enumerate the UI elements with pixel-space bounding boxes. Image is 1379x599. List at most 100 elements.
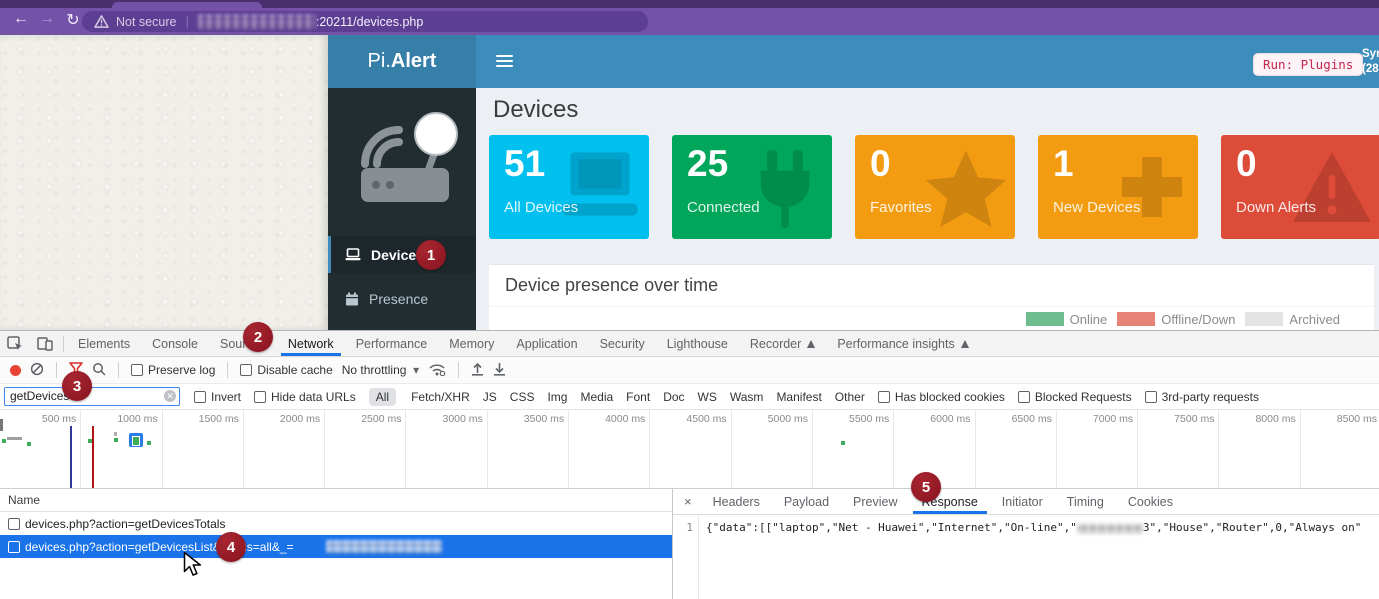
- checkbox[interactable]: [240, 364, 252, 376]
- checkbox[interactable]: [131, 364, 143, 376]
- third-party-checkbox[interactable]: 3rd-party requests: [1145, 390, 1259, 404]
- line-number: 1: [673, 515, 699, 599]
- chevron-down-icon: ▾: [413, 363, 419, 377]
- reload-button[interactable]: ↻: [62, 10, 84, 30]
- response-json[interactable]: {"data":[["laptop","Net - Huawei","Inter…: [699, 515, 1366, 599]
- resource-type-pill[interactable]: WS: [698, 390, 717, 404]
- search-icon[interactable]: [92, 362, 106, 379]
- devtools-tab[interactable]: Elements: [67, 331, 141, 356]
- logo-pi: Pi.: [368, 50, 391, 73]
- annotation-1: 1: [416, 240, 446, 270]
- timeline-tick-label: 7000 ms: [1057, 410, 1138, 489]
- clear-button[interactable]: [30, 362, 44, 379]
- has-blocked-cookies-checkbox[interactable]: Has blocked cookies: [878, 390, 1005, 404]
- response-tab[interactable]: Initiator: [990, 489, 1055, 514]
- devtools-tab[interactable]: Console: [141, 331, 209, 356]
- network-conditions-icon[interactable]: [428, 362, 446, 379]
- card-label: Favorites: [870, 199, 932, 216]
- hamburger-menu-icon[interactable]: [496, 55, 513, 68]
- resource-type-pill[interactable]: Doc: [663, 390, 684, 404]
- forward-button[interactable]: →: [36, 10, 58, 28]
- resource-type-pill[interactable]: Img: [547, 390, 567, 404]
- run-plugins-button[interactable]: Run: Plugins: [1253, 53, 1363, 76]
- resource-type-pill[interactable]: All: [369, 388, 396, 406]
- app-logo[interactable]: Pi.Alert: [328, 35, 476, 88]
- checkbox[interactable]: [8, 541, 20, 553]
- response-tab[interactable]: Headers: [701, 489, 772, 514]
- export-har-icon[interactable]: [493, 362, 506, 379]
- devtools-tab[interactable]: Lighthouse: [656, 331, 739, 356]
- annotation-3: 3: [62, 371, 92, 401]
- response-tab[interactable]: Preview: [841, 489, 909, 514]
- timeline-tick-label: 8500 ms: [1301, 410, 1379, 489]
- resource-type-pill[interactable]: CSS: [510, 390, 535, 404]
- checkbox[interactable]: [194, 391, 206, 403]
- device-toolbar-icon[interactable]: [30, 331, 60, 356]
- request-dot: [114, 438, 118, 442]
- devtools-tab[interactable]: Performance: [345, 331, 439, 356]
- filter-options: Invert Hide data URLs All Fetch/XHR JS CSS I…: [194, 388, 1259, 406]
- address-bar[interactable]: Not secure | :20211/devices.php: [82, 11, 648, 32]
- record-button[interactable]: [10, 365, 21, 376]
- card-value: 0: [870, 143, 891, 185]
- card-new-devices[interactable]: 1 New Devices: [1038, 135, 1198, 239]
- response-tab[interactable]: Payload: [772, 489, 841, 514]
- devtools-tab[interactable]: Recorder: [739, 331, 826, 356]
- resource-type-pill[interactable]: JS: [483, 390, 497, 404]
- throttling-select[interactable]: No throttling ▾: [342, 363, 419, 377]
- invert-checkbox[interactable]: Invert: [194, 390, 241, 404]
- devtools-tab[interactable]: Security: [589, 331, 656, 356]
- request-name: devices.php?action=getDevicesList&status…: [25, 540, 294, 554]
- card-connected[interactable]: 25 Connected: [672, 135, 832, 239]
- devtools-tab[interactable]: Memory: [438, 331, 505, 356]
- sidebar-item-devices[interactable]: Devices: [328, 236, 476, 273]
- close-icon[interactable]: ×: [673, 489, 701, 514]
- back-button[interactable]: ←: [10, 10, 32, 28]
- resource-type-pill[interactable]: Other: [835, 390, 865, 404]
- response-tab[interactable]: Timing: [1055, 489, 1116, 514]
- waterfall-bar: [7, 437, 22, 440]
- checkbox[interactable]: [254, 391, 266, 403]
- resource-type-pill[interactable]: Fetch/XHR: [411, 390, 470, 404]
- blurred-ip: [1077, 523, 1143, 534]
- hide-data-urls-label: Hide data URLs: [271, 390, 356, 404]
- disable-cache-checkbox[interactable]: Disable cache: [240, 363, 332, 377]
- resource-type-pill[interactable]: Wasm: [730, 390, 764, 404]
- devtools-tab-label: Memory: [449, 337, 494, 351]
- checkbox[interactable]: [1145, 391, 1157, 403]
- devtools-tab[interactable]: Application: [505, 331, 588, 356]
- sidebar-item-presence[interactable]: Presence: [328, 280, 476, 317]
- filter-clear-icon[interactable]: ✕: [164, 390, 176, 402]
- request-list-header[interactable]: Name: [0, 489, 672, 512]
- checkbox[interactable]: [878, 391, 890, 403]
- preserve-log-label: Preserve log: [148, 363, 215, 377]
- response-body: 1 {"data":[["laptop","Net - Huawei","Int…: [673, 515, 1379, 599]
- star-icon: [923, 147, 1009, 229]
- inspect-element-icon[interactable]: [0, 331, 30, 356]
- resource-type-pill[interactable]: Media: [580, 390, 613, 404]
- sync-line1: Syn: [1362, 47, 1379, 62]
- import-har-icon[interactable]: [471, 362, 484, 379]
- devtools-tab[interactable]: Performance insights: [826, 331, 979, 356]
- checkbox[interactable]: [1018, 391, 1030, 403]
- checkbox[interactable]: [8, 518, 20, 530]
- network-overview-timeline[interactable]: 500 ms1000 ms1500 ms2000 ms2500 ms3000 m…: [0, 410, 1379, 489]
- blurred-query-value: [326, 540, 442, 553]
- network-toolbar: Preserve log Disable cache No throttling…: [0, 357, 1379, 384]
- card-all-devices[interactable]: 51 All Devices: [489, 135, 649, 239]
- card-favorites[interactable]: 0 Favorites: [855, 135, 1015, 239]
- preserve-log-checkbox[interactable]: Preserve log: [131, 363, 215, 377]
- hide-data-urls-checkbox[interactable]: Hide data URLs: [254, 390, 356, 404]
- browser-toolbar: ← → ↻ Not secure | :20211/devices.php: [0, 8, 1379, 35]
- blocked-requests-checkbox[interactable]: Blocked Requests: [1018, 390, 1132, 404]
- request-list: Name devices.php?action=getDevicesTotals…: [0, 489, 672, 599]
- card-down-alerts[interactable]: 0 Down Alerts: [1221, 135, 1379, 239]
- devtools-tab[interactable]: Network: [277, 331, 345, 356]
- request-row[interactable]: devices.php?action=getDevicesTotals: [0, 512, 672, 535]
- resource-type-pill[interactable]: Manifest: [776, 390, 821, 404]
- request-row-selected[interactable]: devices.php?action=getDevicesList&status…: [0, 535, 672, 558]
- filter-input-box[interactable]: ✕: [4, 387, 180, 406]
- response-tab[interactable]: Cookies: [1116, 489, 1185, 514]
- selected-request-marker[interactable]: [129, 433, 143, 447]
- resource-type-pill[interactable]: Font: [626, 390, 650, 404]
